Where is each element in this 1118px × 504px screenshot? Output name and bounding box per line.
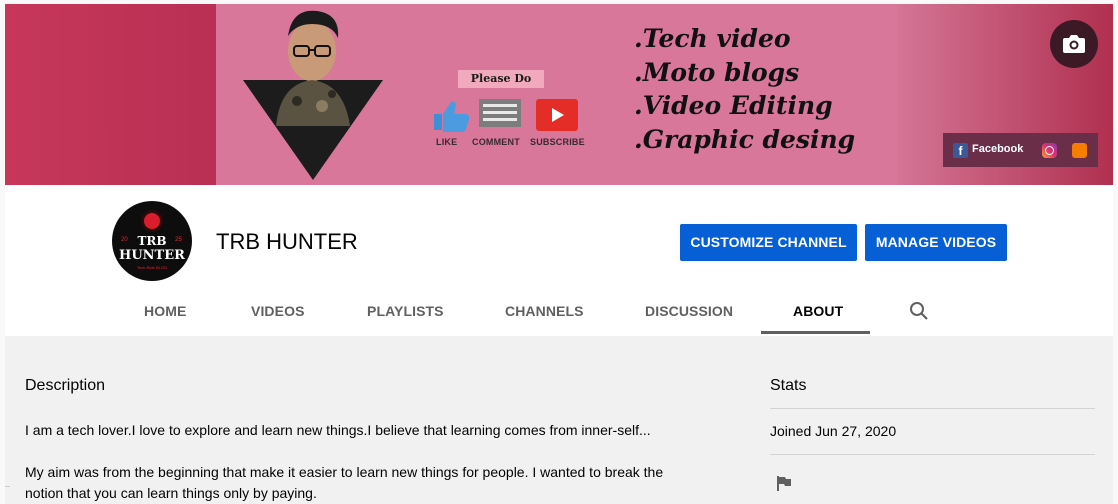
promo-line: .Video Editing — [634, 91, 833, 120]
tab-videos[interactable]: VIDEOS — [251, 303, 305, 319]
avatar-text-hunter: HUNTER — [119, 248, 185, 263]
description-paragraph: I am a tech lover.I love to explore and … — [25, 422, 651, 438]
channel-avatar[interactable]: 20 25 TRB HUNTER Tech-Ride BLOG — [112, 201, 192, 281]
banner-social-links: f Facebook — [943, 133, 1098, 167]
channel-name: TRB HUNTER — [216, 229, 358, 254]
avatar-text-tagline: Tech-Ride BLOG — [136, 265, 168, 270]
stats-divider — [770, 408, 1095, 409]
about-section: Description I am a tech lover.I love to … — [5, 336, 1113, 504]
description-paragraph: notion that you can learn things only by… — [25, 485, 317, 501]
like-icon — [434, 101, 470, 132]
divider — [5, 486, 10, 487]
tab-playlists[interactable]: PLAYLISTS — [367, 303, 444, 319]
active-tab-indicator — [761, 331, 870, 334]
tab-discussion[interactable]: DISCUSSION — [645, 303, 733, 319]
channel-tabs: HOME VIDEOS PLAYLISTS CHANNELS DISCUSSIO… — [5, 285, 1113, 336]
youtube-play-icon — [536, 99, 578, 131]
avatar-record-icon — [141, 210, 163, 232]
description-heading: Description — [25, 377, 106, 394]
comment-label: COMMENT — [472, 137, 520, 147]
subscribe-label: SUBSCRIBE — [530, 137, 585, 147]
please-do-label: Please Do — [458, 70, 544, 88]
tab-home[interactable]: HOME — [144, 303, 186, 319]
promo-line: .Moto blogs — [634, 57, 800, 87]
channel-header: 20 25 TRB HUNTER Tech-Ride BLOG TRB HUNT… — [5, 185, 1113, 336]
tab-about[interactable]: ABOUT — [793, 303, 843, 319]
flag-icon[interactable] — [775, 474, 793, 492]
joined-date: Joined Jun 27, 2020 — [770, 423, 897, 439]
stats-heading: Stats — [770, 377, 807, 394]
banner-portrait — [276, 10, 350, 126]
avatar-text-trb: TRB — [137, 234, 167, 248]
customize-channel-button[interactable]: CUSTOMIZE CHANNEL — [680, 224, 857, 261]
like-label: LIKE — [436, 137, 458, 147]
tab-channels[interactable]: CHANNELS — [505, 303, 584, 319]
comment-icon — [479, 99, 521, 127]
facebook-link[interactable]: Facebook — [972, 143, 1023, 155]
promo-line: .Graphic desing — [634, 124, 856, 154]
search-icon[interactable] — [908, 300, 930, 322]
description-paragraph: My aim was from the beginning that make … — [25, 464, 664, 480]
facebook-icon[interactable]: f — [953, 143, 968, 158]
blogger-icon[interactable] — [1072, 143, 1087, 158]
change-banner-button[interactable] — [1050, 20, 1098, 68]
instagram-icon[interactable] — [1042, 143, 1057, 158]
manage-videos-button[interactable]: MANAGE VIDEOS — [865, 224, 1007, 261]
promo-line: .Tech video — [634, 24, 791, 53]
stats-divider — [770, 454, 1095, 455]
camera-icon — [1063, 35, 1085, 53]
promo-text: .Tech video .Moto blogs .Video Editing .… — [634, 22, 855, 156]
